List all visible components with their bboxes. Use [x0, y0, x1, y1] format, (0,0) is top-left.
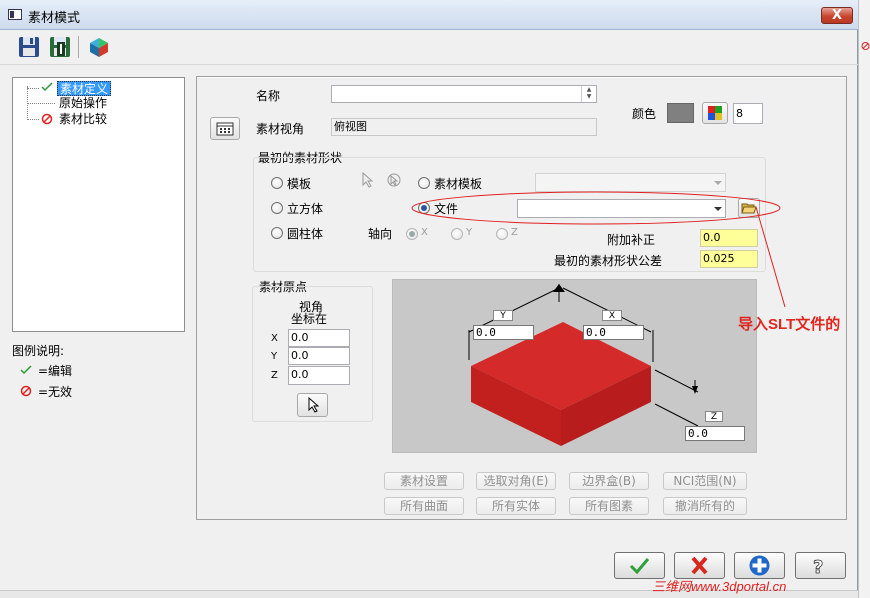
invalid-icon: [41, 113, 53, 125]
ok-icon: [629, 558, 650, 575]
background-window-edge: [858, 0, 870, 598]
stock-setup-button[interactable]: 素材设置: [384, 472, 464, 490]
tree-item-label: 素材定义: [60, 82, 109, 96]
view-field: 俯视图: [331, 118, 597, 136]
operations-tree: 素材定义 原始操作 素材比较: [12, 77, 185, 332]
tree-connector: [27, 119, 39, 120]
title-bar: 素材模式 X: [0, 0, 858, 30]
annotation-text: 导入SLT文件的: [738, 316, 841, 333]
watermark-text: 三维网www.3dportal.cn: [652, 579, 787, 594]
all-solids-button[interactable]: 所有实体: [476, 497, 556, 515]
nci-extents-button[interactable]: NCI范围(N): [663, 472, 747, 490]
view-label: 素材视角: [256, 122, 305, 136]
select-solid-icon[interactable]: [386, 172, 402, 188]
origin-z-field[interactable]: 0.0: [288, 366, 350, 385]
legend-title: 图例说明:: [12, 344, 65, 358]
cube-radio-label: 立方体: [287, 202, 324, 216]
close-button[interactable]: X: [821, 7, 853, 24]
toolbar: [0, 31, 858, 65]
color-label: 颜色: [632, 107, 657, 121]
help-icon: ?: [813, 557, 824, 579]
axis-y-radio[interactable]: [451, 228, 463, 240]
axis-x-radio[interactable]: [406, 228, 418, 240]
preview-y-value[interactable]: 0.0: [473, 325, 534, 340]
palette-icon: [708, 106, 722, 120]
preview-x-tag: X: [602, 310, 622, 321]
tree-connector: [27, 103, 55, 104]
view-select-button[interactable]: [210, 117, 240, 140]
origin-y-field[interactable]: 0.0: [288, 347, 350, 365]
legend-invalid-label: =无效: [38, 385, 73, 399]
toolbar-separator: [78, 36, 79, 58]
annotation-pointer-line: [755, 206, 786, 308]
origin-y-label: Y: [271, 351, 278, 362]
stock-solid-icon[interactable]: [86, 34, 112, 60]
origin-x-label: X: [271, 333, 278, 344]
grid-icon: [216, 122, 234, 136]
highlight-ellipse: [411, 191, 781, 225]
name-input[interactable]: [331, 85, 597, 103]
preview-z-value[interactable]: 0.0: [685, 426, 745, 441]
window-icon: [8, 9, 22, 20]
check-icon: [41, 81, 53, 93]
invalid-icon: [861, 40, 870, 50]
preview-z-tag: Z: [705, 411, 723, 422]
invalid-icon: [20, 385, 32, 397]
color-picker-button[interactable]: [702, 102, 728, 124]
svg-text:?: ?: [813, 557, 823, 578]
tree-connector: [27, 88, 39, 89]
cylinder-radio[interactable]: [271, 227, 283, 239]
pick-origin-button[interactable]: [297, 393, 328, 417]
add-icon: [749, 555, 770, 576]
tree-item-label: 素材比较: [59, 112, 108, 126]
select-corners-button[interactable]: 选取对角(E): [476, 472, 556, 490]
all-surfaces-button[interactable]: 所有曲面: [384, 497, 464, 515]
cylinder-radio-label: 圆柱体: [287, 227, 324, 241]
save-as-icon[interactable]: [47, 34, 73, 60]
template-radio[interactable]: [271, 177, 283, 189]
bounding-box-button[interactable]: 边界盒(B): [569, 472, 649, 490]
tree-item-stock-compare[interactable]: 素材比较: [57, 112, 109, 127]
cursor-arrow-icon: [308, 396, 319, 413]
axis-y-label: Y: [466, 227, 473, 238]
select-arrow-icon[interactable]: [361, 171, 375, 188]
help-button[interactable]: ?: [795, 552, 846, 579]
tolerance-label: 最初的素材形状公差: [554, 254, 663, 268]
color-number-field[interactable]: 8: [733, 103, 763, 124]
axis-x-label: X: [421, 227, 428, 238]
tree-item-original-operations[interactable]: 原始操作: [57, 96, 109, 111]
check-icon: [20, 364, 32, 376]
name-label: 名称: [256, 89, 281, 103]
axis-z-radio[interactable]: [496, 228, 508, 240]
stock-preview[interactable]: Y 0.0 X 0.0 Z 0.0: [392, 279, 757, 453]
stock-setup-window: 素材模式 X 素材定义 原始操作 素材比较 图例说明: =编辑 =无效 名称 ▲…: [0, 0, 858, 598]
cube-radio[interactable]: [271, 202, 283, 214]
save-icon[interactable]: [16, 34, 42, 60]
offset-label: 附加补正: [607, 233, 656, 247]
origin-coord-label: 坐标在: [291, 312, 328, 326]
color-swatch[interactable]: [667, 103, 694, 123]
template-radio-label: 模板: [287, 177, 312, 191]
undo-all-button[interactable]: 撤消所有的: [663, 497, 747, 515]
tree-item-stock-definition[interactable]: 素材定义: [57, 81, 112, 96]
legend-edit-label: =编辑: [38, 364, 73, 378]
origin-x-field[interactable]: 0.0: [288, 329, 350, 347]
name-spinner[interactable]: ▲ ▼: [581, 86, 596, 102]
window-title: 素材模式: [28, 11, 81, 26]
ok-button[interactable]: [614, 552, 665, 579]
apply-add-button[interactable]: [734, 552, 785, 579]
cancel-button[interactable]: [674, 552, 725, 579]
axis-z-label: Z: [511, 227, 518, 238]
stock-template-radio[interactable]: [418, 177, 430, 189]
cancel-icon: [691, 556, 708, 575]
tree-item-label: 原始操作: [59, 96, 108, 110]
preview-y-tag: Y: [493, 310, 513, 321]
origin-z-label: Z: [271, 370, 278, 381]
axis-label: 轴向: [368, 227, 393, 241]
all-entities-button[interactable]: 所有图素: [569, 497, 649, 515]
preview-x-value[interactable]: 0.0: [583, 325, 644, 340]
